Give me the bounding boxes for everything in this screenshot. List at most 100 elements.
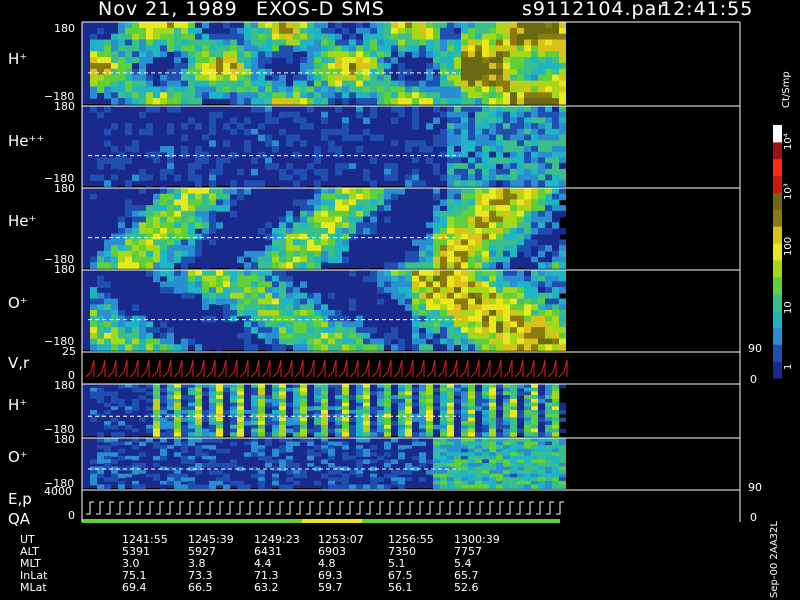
heatmap-cell [503,63,510,70]
heatmap-cell [426,63,433,70]
heatmap-cell [377,455,384,461]
heatmap-cell [384,33,391,41]
heatmap-cell [482,281,489,288]
heatmap-cell [440,298,447,306]
heatmap-cell [139,74,146,82]
heatmap-cell [293,332,300,340]
heatmap-cell [328,484,335,489]
heatmap-cell [363,321,370,328]
heatmap-cell [552,80,559,88]
heatmap-cell [342,146,349,153]
heatmap-cell [251,80,258,88]
heatmap-cell [356,22,363,29]
heatmap-cell [237,432,244,437]
heatmap-cell [342,128,349,136]
heatmap-cell [538,180,545,187]
heatmap-cell [370,63,377,70]
heatmap-cell [363,344,370,351]
heatmap-cell [230,74,237,82]
heatmap-cell [524,117,531,124]
heatmap-cell [216,480,223,486]
heatmap-cell [195,193,202,201]
heatmap-cell [356,193,363,201]
heatmap-cell [384,338,391,346]
heatmap-cell [433,338,440,346]
heatmap-cell [321,174,328,182]
heatmap-cell [244,80,251,88]
heatmap-cell [552,63,559,70]
heatmap-cell [300,233,307,241]
heatmap-cell [258,92,265,99]
heatmap-cell [405,33,412,41]
footer-cell: 71.3 [254,569,279,582]
heatmap-cell [97,86,104,93]
heatmap-cell [545,174,552,182]
heatmap-cell [111,298,118,306]
heatmap-cell [118,22,125,29]
heatmap-cell [391,128,398,136]
heatmap-cell [328,140,335,147]
heatmap-cell [328,310,335,317]
heatmap-cell [538,45,545,52]
heatmap-cell [398,281,405,288]
heatmap-cell [552,262,559,269]
heatmap-cell [517,45,524,52]
heatmap-cell [293,256,300,264]
heatmap-cell [265,321,272,328]
heatmap-cell [482,140,489,147]
heatmap-cell [517,123,524,130]
footer-row-name: UT [20,533,35,546]
heatmap-cell [496,205,503,212]
heatmap-cell [97,432,104,437]
heatmap-cell [314,22,321,29]
heatmap-cell [363,239,370,246]
heatmap-cell [118,33,125,41]
heatmap-cell [230,222,237,229]
heatmap-cell [356,432,363,437]
heatmap-cell [426,39,433,47]
heatmap-cell [251,310,258,317]
heatmap-cell [251,287,258,294]
footer-cell: 3.8 [188,557,206,570]
heatmap-cell [454,256,461,264]
heatmap-cell [468,22,475,29]
heatmap-cell [104,344,111,351]
heatmap-cell [167,321,174,328]
heatmap-cell [293,338,300,346]
heatmap-cell [377,134,384,142]
heatmap-cell [223,270,230,277]
heatmap-cell [447,262,454,269]
heatmap-cell [167,98,174,105]
heatmap-cell [419,441,426,447]
heatmap-cell [447,151,454,159]
heatmap-cell [328,387,335,393]
heatmap-cell [538,74,545,82]
heatmap-cell [503,146,510,153]
heatmap-cell [118,151,125,159]
heatmap-cell [146,338,153,346]
heatmap-cell [489,239,496,246]
heatmap-cell [524,106,531,113]
heatmap-cell [356,332,363,340]
heatmap-cell [251,321,258,328]
heatmap-cell [188,210,195,218]
heatmap-cell [279,344,286,351]
heatmap-cell [454,63,461,70]
heatmap-cell [265,33,272,41]
heatmap-cell [538,344,545,351]
heatmap-cell [209,193,216,201]
heatmap-cell [258,281,265,288]
heatmap-cell [335,188,342,195]
heatmap-cell [314,33,321,41]
heatmap-cell [426,310,433,317]
heatmap-cell [132,484,139,489]
heatmap-cell [230,473,237,479]
heatmap-cell [307,106,314,113]
heatmap-cell [307,210,314,218]
heatmap-cell [517,174,524,182]
heatmap-cell [559,163,566,170]
heatmap-cell [342,304,349,311]
heatmap-cell [153,106,160,113]
heatmap-cell [398,445,405,450]
heatmap-cell [377,168,384,176]
